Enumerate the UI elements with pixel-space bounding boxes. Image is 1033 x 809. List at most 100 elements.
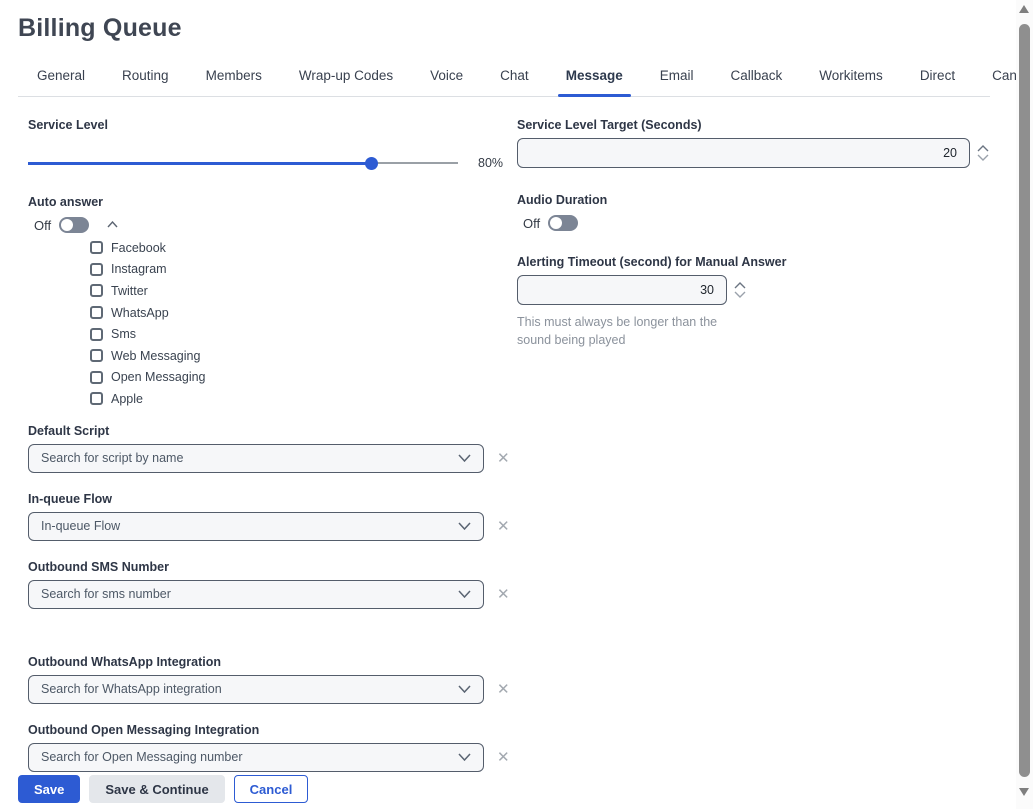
in-queue-flow-select[interactable]: In-queue Flow (28, 512, 484, 541)
collapse-caret-icon[interactable] (107, 215, 118, 233)
channel-label: Sms (111, 327, 136, 341)
footer-actions: Save Save & Continue Cancel (18, 775, 308, 803)
outbound-sms-select[interactable]: Search for sms number (28, 580, 484, 609)
outbound-whatsapp-label: Outbound WhatsApp Integration (28, 655, 517, 669)
chevron-down-icon (458, 454, 471, 462)
audio-duration-toggle[interactable] (548, 215, 578, 231)
clear-outbound-whatsapp-icon[interactable]: ✕ (497, 682, 510, 697)
chevron-down-icon (458, 753, 471, 761)
default-script-label: Default Script (28, 424, 517, 438)
clear-in-queue-flow-icon[interactable]: ✕ (497, 519, 510, 534)
service-level-label: Service Level (28, 118, 517, 132)
outbound-whatsapp-select[interactable]: Search for WhatsApp integration (28, 675, 484, 704)
channel-label: Web Messaging (111, 349, 200, 363)
tab-general[interactable]: General (35, 68, 87, 96)
tab-direct[interactable]: Direct (918, 68, 957, 96)
auto-answer-toggle[interactable] (59, 217, 89, 233)
channel-label: Facebook (111, 241, 166, 255)
audio-duration-state: Off (523, 216, 540, 231)
outbound-sms-group: Outbound SMS Number Search for sms numbe… (28, 560, 517, 609)
auto-answer-state: Off (34, 218, 51, 233)
checkbox-open-messaging[interactable] (90, 371, 103, 384)
channel-label: Instagram (111, 262, 167, 276)
channel-label: Apple (111, 392, 143, 406)
select-value: Search for sms number (41, 587, 171, 601)
tab-members[interactable]: Members (204, 68, 264, 96)
checkbox-sms[interactable] (90, 328, 103, 341)
tab-workitems[interactable]: Workitems (817, 68, 885, 96)
audio-duration-label: Audio Duration (517, 193, 990, 207)
chevron-down-icon (458, 590, 471, 598)
select-value: In-queue Flow (41, 519, 120, 533)
billing-queue-page: Billing Queue General Routing Members Wr… (0, 0, 1033, 809)
tab-voice[interactable]: Voice (428, 68, 465, 96)
channel-sms[interactable]: Sms (90, 323, 517, 345)
checkbox-instagram[interactable] (90, 263, 103, 276)
stepper-up-icon[interactable] (734, 282, 746, 289)
slider-handle[interactable] (365, 157, 378, 170)
channel-web-messaging[interactable]: Web Messaging (90, 345, 517, 367)
service-level-value: 80% (478, 156, 503, 170)
tab-chat[interactable]: Chat (498, 68, 531, 96)
select-value: Search for script by name (41, 451, 183, 465)
channel-whatsapp[interactable]: WhatsApp (90, 302, 517, 324)
page-title: Billing Queue (18, 14, 182, 43)
channel-label: Open Messaging (111, 370, 206, 384)
channel-apple[interactable]: Apple (90, 388, 517, 410)
service-level-slider-row: 80% (28, 156, 528, 170)
clear-outbound-open-messaging-icon[interactable]: ✕ (497, 750, 510, 765)
tab-callback[interactable]: Callback (729, 68, 785, 96)
channel-label: WhatsApp (111, 306, 169, 320)
tab-email[interactable]: Email (658, 68, 696, 96)
checkbox-whatsapp[interactable] (90, 306, 103, 319)
tab-message[interactable]: Message (564, 68, 625, 96)
outbound-open-messaging-select[interactable]: Search for Open Messaging number (28, 743, 484, 772)
channel-label: Twitter (111, 284, 148, 298)
chevron-down-icon (458, 522, 471, 530)
outbound-whatsapp-group: Outbound WhatsApp Integration Search for… (28, 655, 517, 704)
vertical-scrollbar[interactable] (1016, 0, 1033, 809)
in-queue-flow-label: In-queue Flow (28, 492, 517, 506)
default-script-group: Default Script Search for script by name… (28, 424, 517, 473)
select-value: Search for Open Messaging number (41, 750, 243, 764)
channel-open-messaging[interactable]: Open Messaging (90, 367, 517, 389)
stepper-up-icon[interactable] (977, 145, 989, 152)
clear-default-script-icon[interactable]: ✕ (497, 451, 510, 466)
channel-twitter[interactable]: Twitter (90, 280, 517, 302)
stepper-down-icon[interactable] (734, 291, 746, 298)
channel-instagram[interactable]: Instagram (90, 259, 517, 281)
outbound-sms-label: Outbound SMS Number (28, 560, 517, 574)
default-script-select[interactable]: Search for script by name (28, 444, 484, 473)
clear-outbound-sms-icon[interactable]: ✕ (497, 587, 510, 602)
checkbox-web-messaging[interactable] (90, 349, 103, 362)
outbound-open-messaging-group: Outbound Open Messaging Integration Sear… (28, 723, 517, 772)
select-value: Search for WhatsApp integration (41, 682, 222, 696)
checkbox-apple[interactable] (90, 392, 103, 405)
cancel-button[interactable]: Cancel (234, 775, 309, 803)
stepper-down-icon[interactable] (977, 154, 989, 161)
tab-routing[interactable]: Routing (120, 68, 171, 96)
scroll-down-arrow-icon[interactable] (1019, 788, 1029, 796)
in-queue-flow-group: In-queue Flow In-queue Flow ✕ (28, 492, 517, 541)
checkbox-facebook[interactable] (90, 241, 103, 254)
tab-bar: General Routing Members Wrap-up Codes Vo… (18, 60, 990, 97)
save-button[interactable]: Save (18, 775, 80, 803)
scroll-up-arrow-icon[interactable] (1019, 5, 1029, 13)
checkbox-twitter[interactable] (90, 284, 103, 297)
tab-wrap-up-codes[interactable]: Wrap-up Codes (297, 68, 395, 96)
service-level-target-label: Service Level Target (Seconds) (517, 118, 990, 132)
chevron-down-icon (458, 685, 471, 693)
save-and-continue-button[interactable]: Save & Continue (89, 775, 224, 803)
channel-checkbox-list: Facebook Instagram Twitter WhatsApp Sms (90, 237, 517, 410)
service-level-target-input[interactable] (517, 138, 970, 168)
service-level-slider[interactable] (28, 156, 458, 170)
alerting-timeout-stepper[interactable] (734, 282, 746, 298)
alerting-timeout-input[interactable] (517, 275, 727, 305)
scrollbar-thumb[interactable] (1019, 24, 1030, 777)
channel-facebook[interactable]: Facebook (90, 237, 517, 259)
alerting-timeout-helper-text: This must always be longer than the soun… (517, 313, 742, 349)
auto-answer-label: Auto answer (28, 195, 517, 209)
service-level-target-stepper[interactable] (977, 145, 989, 161)
slider-fill (28, 162, 372, 165)
toggle-knob (550, 217, 562, 229)
